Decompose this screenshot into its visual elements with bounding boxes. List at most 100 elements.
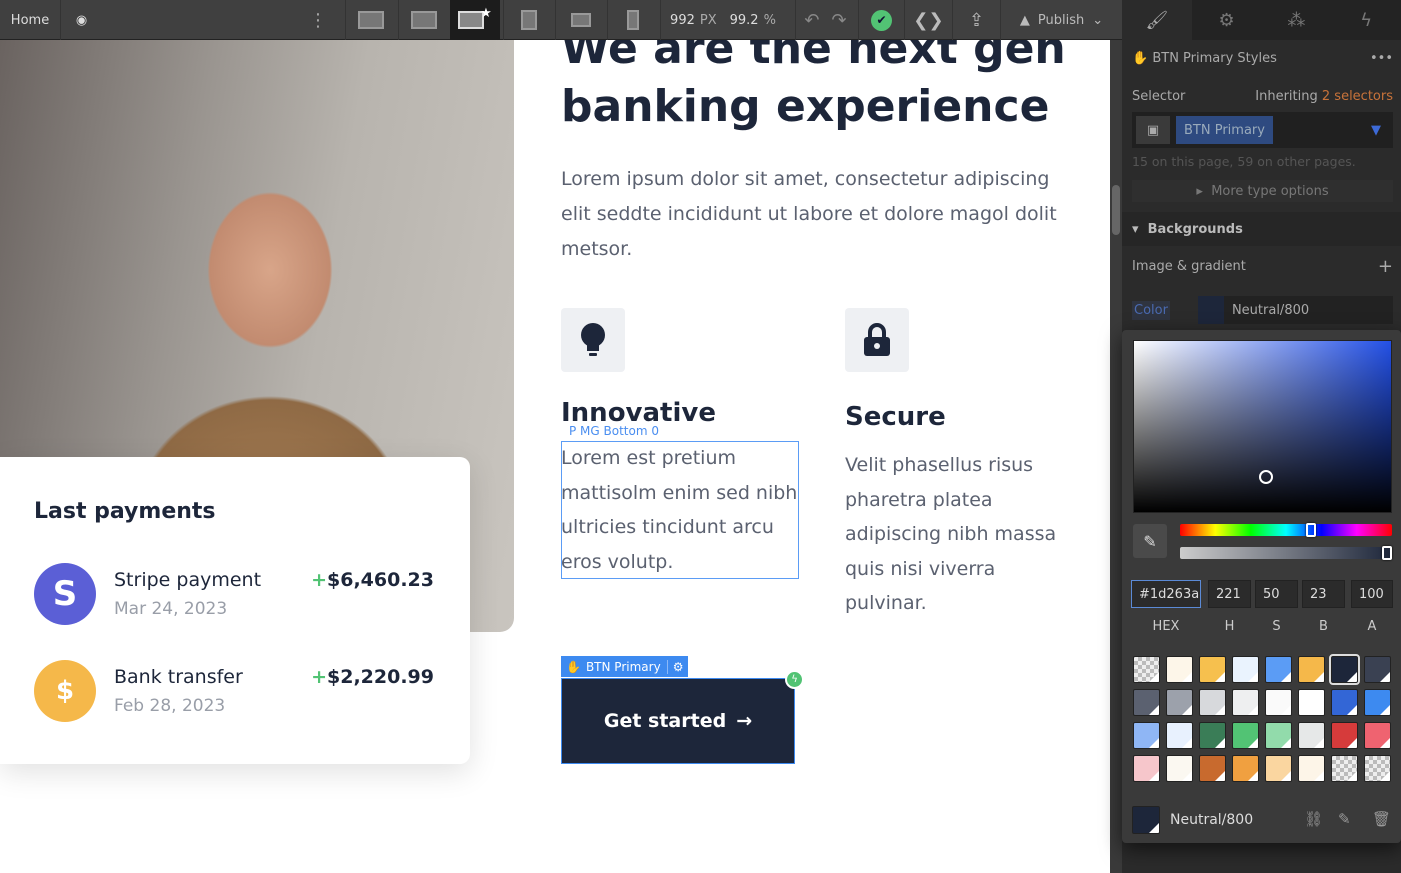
page-selector[interactable]: Home — [0, 0, 60, 40]
lock-icon — [845, 308, 909, 372]
selection-spacing-label: P MG Bottom 0 — [569, 424, 659, 438]
interactions-bolt-icon[interactable]: ϟ — [1331, 0, 1401, 40]
color-swatch[interactable] — [1133, 656, 1160, 683]
hand-icon: ✋ — [566, 659, 581, 674]
color-swatch[interactable] — [1166, 689, 1193, 716]
color-swatch[interactable] — [1166, 755, 1193, 782]
code-icon[interactable]: ❮❯ — [904, 0, 952, 40]
breakpoint-tablet[interactable] — [503, 0, 553, 40]
breakpoint-desktop-medium[interactable] — [398, 0, 448, 40]
color-swatch[interactable] — [1199, 689, 1226, 716]
color-swatch[interactable] — [1199, 656, 1226, 683]
hue-slider[interactable] — [1180, 523, 1392, 537]
color-swatch[interactable] — [1265, 722, 1292, 749]
color-swatch[interactable] — [1232, 755, 1259, 782]
color-swatch[interactable] — [1166, 722, 1193, 749]
color-swatch[interactable] — [1298, 689, 1325, 716]
stripe-avatar: S — [34, 563, 96, 625]
saturation-input[interactable]: 50 — [1255, 580, 1298, 608]
backgrounds-section-header[interactable]: ▾ Backgrounds — [1122, 212, 1401, 246]
swatch-name: Neutral/800 — [1170, 812, 1254, 828]
edit-pencil-icon[interactable]: ✎ — [1338, 810, 1351, 828]
color-swatch[interactable] — [1133, 722, 1160, 749]
style-brush-icon[interactable]: 🖌 — [1122, 0, 1192, 40]
color-swatch[interactable] — [1364, 656, 1391, 683]
color-swatch[interactable] — [1364, 722, 1391, 749]
feature-text: Velit phasellus risus pharetra platea ad… — [845, 454, 1057, 614]
settings-gear-icon[interactable]: ⚙ — [1192, 0, 1262, 40]
more-options-icon[interactable]: ••• — [1370, 51, 1393, 66]
color-preview — [1197, 296, 1224, 324]
hue-input[interactable]: 221 — [1208, 580, 1251, 608]
chevron-down-icon[interactable]: ▼ — [1371, 123, 1381, 138]
more-vertical-icon[interactable]: ⋮ — [300, 0, 336, 40]
color-swatch[interactable] — [1199, 722, 1226, 749]
selector-chip[interactable]: BTN Primary — [1176, 116, 1273, 144]
rocket-icon: ▲ — [1019, 12, 1030, 28]
color-swatch[interactable] — [1364, 689, 1391, 716]
color-swatch[interactable] — [1232, 722, 1259, 749]
selector-field[interactable]: ▣ BTN Primary ▼ — [1132, 112, 1393, 148]
save-status-check-icon[interactable]: ✔ — [858, 0, 904, 40]
undo-icon[interactable]: ↶ — [804, 10, 819, 31]
color-swatch[interactable] — [1166, 656, 1193, 683]
hex-input[interactable]: #1d263a — [1131, 580, 1201, 608]
drops-icon[interactable]: ⁂ — [1262, 0, 1332, 40]
color-swatch[interactable] — [1199, 755, 1226, 782]
color-swatch[interactable] — [1232, 656, 1259, 683]
color-swatch[interactable] — [1133, 755, 1160, 782]
bank-avatar: $ — [34, 660, 96, 722]
preview-eye-icon[interactable]: ◉ — [60, 0, 102, 40]
get-started-button[interactable]: Get started → — [561, 678, 795, 764]
canvas-scrollbar[interactable] — [1110, 40, 1122, 873]
saturation-brightness-area[interactable] — [1133, 340, 1392, 513]
breakpoint-desktop-base[interactable]: ★ — [450, 0, 500, 40]
color-swatch[interactable] — [1265, 755, 1292, 782]
unlink-icon[interactable]: ⛓ — [1304, 810, 1323, 828]
payment-item: $ Bank transfer Feb 28, 2023 +$2,220.99 — [34, 660, 434, 722]
alpha-input[interactable]: 100 — [1351, 580, 1393, 608]
add-plus-icon[interactable]: + — [1378, 256, 1393, 277]
current-swatch — [1132, 806, 1160, 834]
element-tag[interactable]: ✋ BTN Primary ⚙ — [561, 656, 689, 677]
design-canvas[interactable]: Last payments S Stripe payment Mar 24, 2… — [0, 40, 1110, 873]
color-field[interactable]: Neutral/800 — [1197, 296, 1393, 324]
color-swatch[interactable] — [1331, 722, 1358, 749]
styles-title: ✋ BTN Primary Styles — [1132, 50, 1277, 66]
payment-item: S Stripe payment Mar 24, 2023 +$6,460.23 — [34, 563, 434, 625]
trash-icon[interactable]: 🗑 — [1372, 810, 1391, 828]
publish-button[interactable]: ▲ Publish ⌄ — [1000, 0, 1122, 40]
element-icon: ▣ — [1136, 116, 1170, 144]
brightness-input[interactable]: 23 — [1302, 580, 1345, 608]
color-swatch[interactable] — [1265, 656, 1292, 683]
lightbulb-icon — [561, 308, 625, 372]
eyedropper-icon[interactable]: ✎ — [1133, 524, 1167, 558]
settings-gear-icon[interactable]: ⚙ — [668, 660, 689, 674]
redo-icon[interactable]: ↷ — [832, 10, 847, 31]
export-icon[interactable]: ⇪ — [952, 0, 1000, 40]
payment-amount: +$6,460.23 — [311, 569, 434, 591]
color-swatch[interactable] — [1364, 755, 1391, 782]
color-swatch[interactable] — [1331, 689, 1358, 716]
color-swatch[interactable] — [1133, 689, 1160, 716]
interaction-bolt-icon[interactable]: ϟ — [785, 670, 804, 689]
more-type-options[interactable]: ▸ More type options — [1132, 180, 1393, 202]
chevron-down-icon: ⌄ — [1092, 12, 1104, 28]
feature-text: Lorem est pretium mattisolm enim sed nib… — [561, 447, 798, 573]
color-swatch[interactable] — [1298, 656, 1325, 683]
color-swatch[interactable] — [1265, 689, 1292, 716]
color-swatch[interactable] — [1331, 755, 1358, 782]
hero-title: We are the next gen banking experience — [561, 40, 1066, 132]
color-swatch[interactable] — [1232, 689, 1259, 716]
color-swatch[interactable] — [1298, 755, 1325, 782]
breakpoint-desktop-large[interactable] — [345, 0, 395, 40]
card-title: Last payments — [34, 499, 216, 524]
color-picker-popup: ✎ #1d263a 221 50 23 100 HEX H S B A Neut… — [1122, 330, 1401, 843]
color-swatch[interactable] — [1329, 654, 1360, 685]
canvas-size-readout: 992 PX 99.2% — [660, 0, 785, 40]
color-swatch[interactable] — [1298, 722, 1325, 749]
alpha-slider[interactable] — [1180, 546, 1392, 560]
breakpoint-mobile-landscape[interactable] — [555, 0, 605, 40]
last-payments-card: Last payments S Stripe payment Mar 24, 2… — [0, 457, 470, 764]
breakpoint-mobile-portrait[interactable] — [607, 0, 657, 40]
